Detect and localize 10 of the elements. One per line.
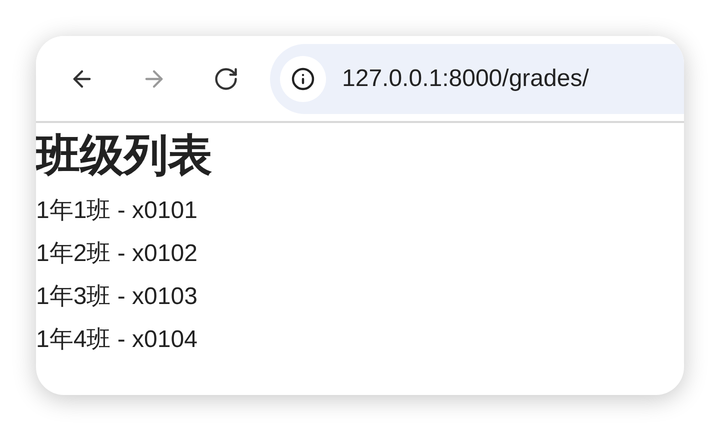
reload-icon — [213, 66, 239, 92]
url-text: 127.0.0.1:8000/grades/ — [342, 64, 589, 94]
class-list-item: 1年3班 - x0103 — [36, 282, 198, 312]
class-list-item: 1年4班 - x0104 — [36, 324, 198, 355]
class-list-item: 1年1班 - x0101 — [36, 196, 198, 226]
class-list-item: 1年2班 - x0102 — [36, 238, 198, 269]
site-info-button[interactable] — [280, 56, 326, 102]
address-bar[interactable]: 127.0.0.1:8000/grades/ — [270, 44, 684, 114]
page-heading: 班级列表 — [36, 130, 213, 182]
info-icon — [291, 66, 315, 90]
